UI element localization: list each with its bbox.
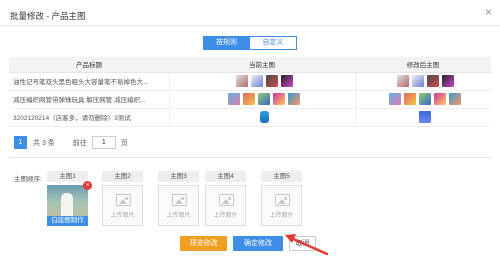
slot-label: 主图5 <box>261 171 302 182</box>
main-image-photo[interactable]: 白底图制作 × <box>47 181 92 226</box>
page-number-button[interactable]: 1 <box>14 136 27 149</box>
section-divider <box>9 157 491 158</box>
product-thumbnail[interactable] <box>259 111 269 123</box>
slot-label: 主图2 <box>102 171 143 182</box>
main-image-slot-1: 主图1 白底图制作 × <box>47 171 92 226</box>
main-image-slot-3: 主图3 上传图片 <box>158 171 199 226</box>
product-thumbnail[interactable] <box>235 75 248 87</box>
image-placeholder-icon <box>219 194 234 206</box>
table-row: 3202120214（店客多，请勿删除）3测试 <box>9 108 491 127</box>
product-thumbnail[interactable] <box>228 93 240 105</box>
product-thumbnail[interactable] <box>243 93 255 105</box>
image-placeholder-icon <box>116 194 131 206</box>
product-thumbnail[interactable] <box>258 93 270 105</box>
main-image-slot-4: 主图4 上传图片 <box>205 171 246 226</box>
total-count: 共 3 条 <box>33 139 55 147</box>
product-title-cell: 3202120214（店客多，请勿删除）3测试 <box>9 108 170 127</box>
column-header-modified: 修改后主图 <box>355 57 491 73</box>
main-image-slot-5: 主图5 上传图片 <box>261 171 302 226</box>
close-icon[interactable]: × <box>485 6 492 18</box>
product-thumbnail[interactable] <box>389 93 402 105</box>
upload-image-box[interactable]: 上传图片 <box>158 185 199 226</box>
tab-by-rule[interactable]: 按规则 <box>203 36 250 50</box>
current-images-cell <box>169 108 356 127</box>
modified-images-cell <box>355 90 491 109</box>
product-thumbnail[interactable] <box>273 93 285 105</box>
main-image-slot-2: 主图2 上传图片 <box>102 171 143 226</box>
product-thumbnail[interactable] <box>411 75 424 87</box>
product-thumbnail[interactable] <box>404 93 417 105</box>
current-images-cell <box>169 72 356 91</box>
product-thumbnail[interactable] <box>396 75 409 87</box>
product-thumbnail[interactable] <box>250 75 263 87</box>
product-table: 产品标题 当前主图 修改后主图 油性记号笔双头黑色粗头大容量笔不易掉色大... <box>9 57 491 127</box>
mode-tabs: 按规则 自定义 <box>203 36 297 50</box>
table-row: 油性记号笔双头黑色粗头大容量笔不易掉色大... <box>9 72 491 91</box>
image-placeholder-icon <box>275 194 290 206</box>
product-thumbnail[interactable] <box>441 75 454 87</box>
title-divider <box>0 25 500 26</box>
table-row: 减压编织网管带弹珠玩具 解压网管 减压编织... <box>9 90 491 109</box>
product-thumbnail[interactable] <box>426 75 439 87</box>
current-images-cell <box>169 90 356 109</box>
product-thumbnail[interactable] <box>288 93 300 105</box>
tab-custom[interactable]: 自定义 <box>250 36 297 50</box>
upload-text: 上传图片 <box>269 213 294 219</box>
product-title-cell: 油性记号笔双头黑色粗头大容量笔不易掉色大... <box>9 72 170 91</box>
slot-label: 主图1 <box>47 171 88 182</box>
product-thumbnail[interactable] <box>419 93 432 105</box>
table-header-row: 产品标题 当前主图 修改后主图 <box>9 57 491 73</box>
column-header-current: 当前主图 <box>169 57 355 73</box>
slot-label: 主图3 <box>158 171 199 182</box>
image-placeholder-icon <box>172 194 187 206</box>
white-bg-maker-button[interactable]: 白底图制作 <box>47 216 88 226</box>
delete-icon[interactable]: × <box>83 181 92 190</box>
upload-image-box[interactable]: 上传图片 <box>102 185 143 226</box>
slot-label: 主图4 <box>205 171 246 182</box>
upload-text: 上传图片 <box>166 213 191 219</box>
product-thumbnail[interactable] <box>280 75 293 87</box>
product-photo-figure <box>61 193 73 217</box>
page-suffix: 页 <box>120 139 128 147</box>
upload-image-box[interactable]: 上传图片 <box>205 185 246 226</box>
product-thumbnail[interactable] <box>265 75 278 87</box>
modified-images-cell <box>355 72 491 91</box>
product-title-cell: 减压编织网管带弹珠玩具 解压网管 减压编织... <box>9 90 170 109</box>
product-thumbnail[interactable] <box>419 111 432 123</box>
column-header-title: 产品标题 <box>9 57 169 73</box>
upload-text: 上传图片 <box>110 213 135 219</box>
preview-changes-button[interactable]: 预览修改 <box>180 236 227 251</box>
dialog-title: 批量修改 - 产品主图 <box>10 11 86 21</box>
product-thumbnail[interactable] <box>449 93 462 105</box>
goto-page-input[interactable]: 1 <box>91 136 116 149</box>
modified-images-cell <box>355 108 491 127</box>
upload-image-box[interactable]: 上传图片 <box>261 185 302 226</box>
upload-text: 上传图片 <box>213 213 238 219</box>
confirm-changes-button[interactable]: 确定修改 <box>233 236 283 251</box>
annotation-arrow-icon <box>285 234 329 256</box>
batch-edit-dialog: 批量修改 - 产品主图 × 按规则 自定义 产品标题 当前主图 修改后主图 油性… <box>0 0 500 267</box>
main-image-order-label: 主图顺序: <box>14 176 42 183</box>
goto-label: 前往 <box>72 139 87 147</box>
product-thumbnail[interactable] <box>434 93 447 105</box>
pagination: 1 共 3 条 前往 1 页 <box>14 136 128 149</box>
